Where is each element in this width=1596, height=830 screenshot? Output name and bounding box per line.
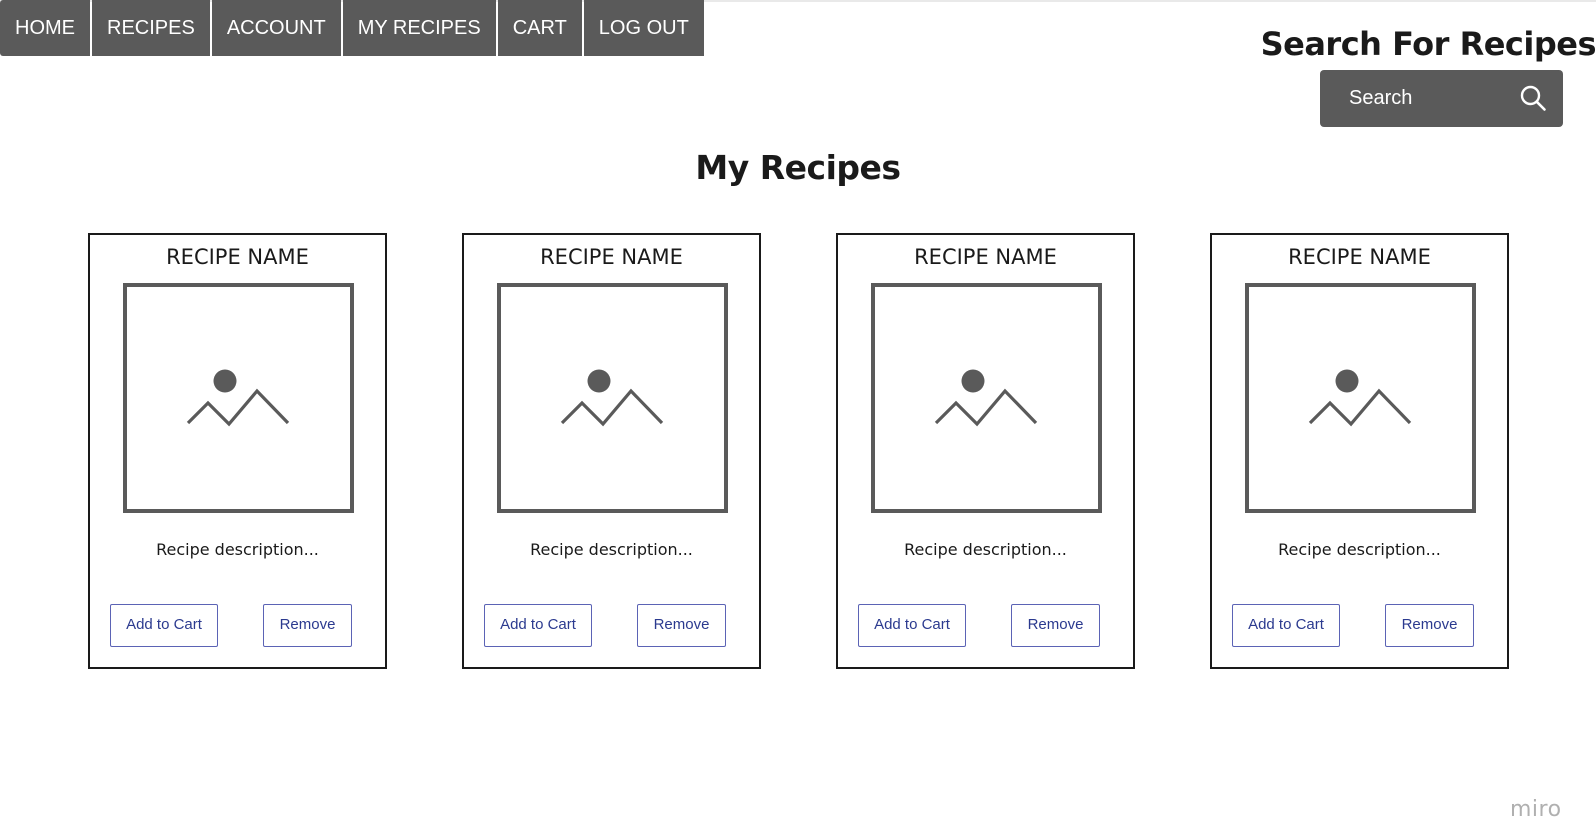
recipe-description: Recipe description... — [530, 540, 693, 559]
main-nav: HOME RECIPES ACCOUNT MY RECIPES CART LOG… — [0, 0, 704, 56]
recipe-name: RECIPE NAME — [166, 245, 309, 269]
remove-button[interactable]: Remove — [1011, 604, 1100, 647]
recipe-description: Recipe description... — [1278, 540, 1441, 559]
search-input[interactable] — [1349, 87, 1519, 110]
remove-button[interactable]: Remove — [263, 604, 352, 647]
recipe-image — [871, 283, 1102, 513]
recipe-name: RECIPE NAME — [1288, 245, 1431, 269]
nav-item-home[interactable]: HOME — [0, 0, 90, 56]
nav-item-my-recipes[interactable]: MY RECIPES — [342, 0, 496, 56]
search-box — [1320, 70, 1563, 127]
add-to-cart-button[interactable]: Add to Cart — [110, 604, 218, 647]
image-placeholder-icon — [186, 369, 290, 427]
miro-watermark: miro — [1510, 797, 1562, 822]
add-to-cart-button[interactable]: Add to Cart — [858, 604, 966, 647]
add-to-cart-button[interactable]: Add to Cart — [484, 604, 592, 647]
recipe-card: RECIPE NAME Recipe description... Add to… — [1210, 233, 1509, 669]
recipe-description: Recipe description... — [156, 540, 319, 559]
page-title: My Recipes — [695, 148, 901, 187]
recipe-name: RECIPE NAME — [540, 245, 683, 269]
page: HOME RECIPES ACCOUNT MY RECIPES CART LOG… — [0, 0, 1596, 830]
recipe-name: RECIPE NAME — [914, 245, 1057, 269]
recipe-image — [497, 283, 728, 513]
remove-button[interactable]: Remove — [1385, 604, 1474, 647]
search-icon[interactable] — [1519, 84, 1547, 112]
add-to-cart-button[interactable]: Add to Cart — [1232, 604, 1340, 647]
remove-button[interactable]: Remove — [637, 604, 726, 647]
nav-item-account[interactable]: ACCOUNT — [211, 0, 341, 56]
recipe-image — [1245, 283, 1476, 513]
search-heading: Search For Recipes — [1260, 25, 1596, 63]
nav-item-recipes[interactable]: RECIPES — [92, 0, 210, 56]
recipe-card: RECIPE NAME Recipe description... Add to… — [88, 233, 387, 669]
recipe-description: Recipe description... — [904, 540, 1067, 559]
recipe-card: RECIPE NAME Recipe description... Add to… — [462, 233, 761, 669]
recipe-image — [123, 283, 354, 513]
recipe-card: RECIPE NAME Recipe description... Add to… — [836, 233, 1135, 669]
image-placeholder-icon — [934, 369, 1038, 427]
image-placeholder-icon — [1308, 369, 1412, 427]
image-placeholder-icon — [560, 369, 664, 427]
nav-item-log-out[interactable]: LOG OUT — [583, 0, 704, 56]
nav-item-cart[interactable]: CART — [497, 0, 582, 56]
